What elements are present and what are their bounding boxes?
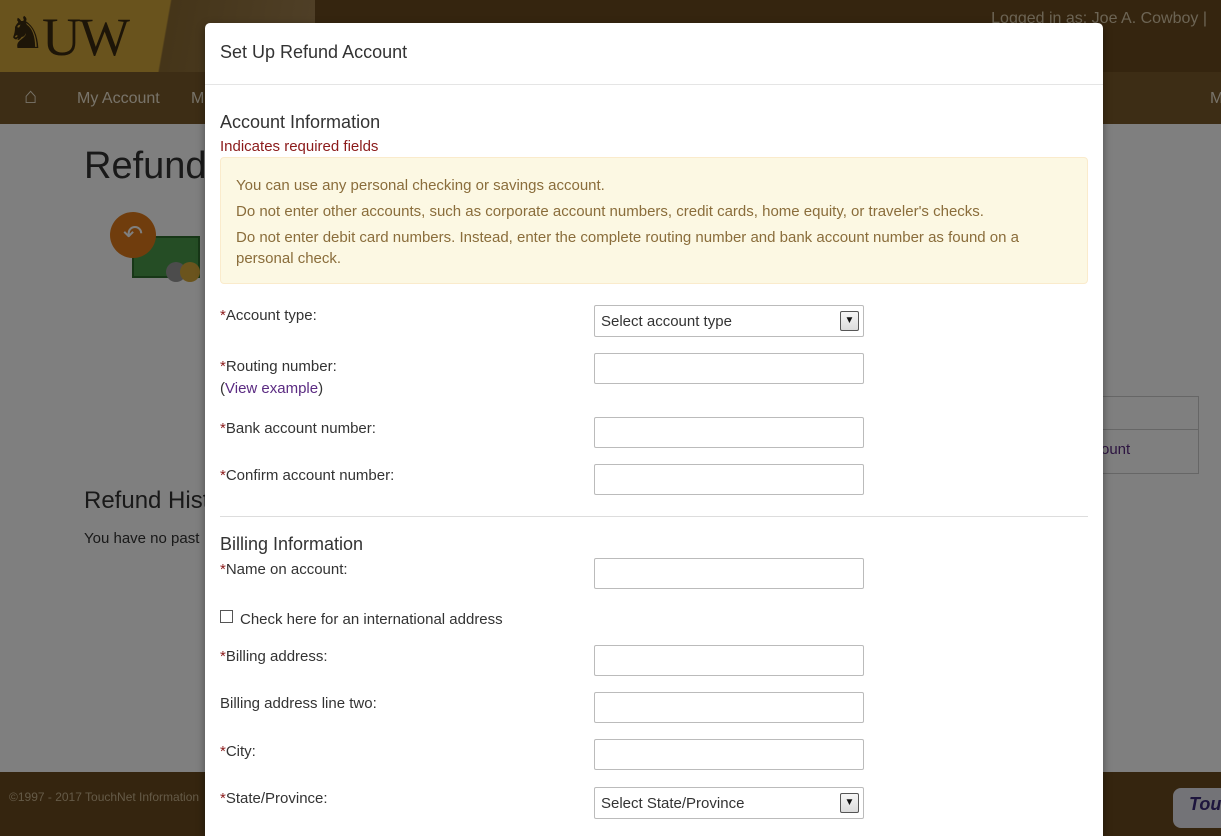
bank-account-input[interactable] bbox=[594, 417, 864, 448]
name-on-account-label: *Name on account: bbox=[220, 561, 348, 578]
required-fields-note: Indicates required fields bbox=[220, 138, 379, 155]
confirm-account-input[interactable] bbox=[594, 464, 864, 495]
city-input[interactable] bbox=[594, 739, 864, 770]
international-address-label[interactable]: Check here for an international address bbox=[240, 611, 503, 628]
alert-line: Do not enter debit card numbers. Instead… bbox=[236, 229, 1019, 267]
account-type-select[interactable]: Select account type ▼ bbox=[594, 305, 864, 337]
state-select[interactable]: Select State/Province ▼ bbox=[594, 787, 864, 819]
billing-address-label: *Billing address: bbox=[220, 648, 328, 665]
billing-info-title: Billing Information bbox=[220, 534, 364, 554]
view-example-link[interactable]: View example bbox=[225, 380, 318, 397]
alert-line: You can use any personal checking or sav… bbox=[236, 177, 605, 194]
billing-address2-label: Billing address line two: bbox=[220, 695, 377, 712]
international-address-checkbox[interactable] bbox=[220, 610, 233, 623]
modal-header: Set Up Refund Account bbox=[205, 23, 1103, 85]
state-label: *State/Province: bbox=[220, 790, 328, 807]
account-info-title: Account Information bbox=[220, 112, 381, 132]
routing-number-input[interactable] bbox=[594, 353, 864, 384]
section-divider bbox=[220, 516, 1088, 517]
chevron-down-icon: ▼ bbox=[840, 793, 859, 813]
city-label: *City: bbox=[220, 743, 256, 760]
routing-number-label: *Routing number: (View example) bbox=[220, 358, 337, 397]
chevron-down-icon: ▼ bbox=[840, 311, 859, 331]
account-type-label: *Account type: bbox=[220, 307, 317, 324]
billing-address2-input[interactable] bbox=[594, 692, 864, 723]
account-type-value: Select account type bbox=[601, 313, 732, 330]
billing-address-input[interactable] bbox=[594, 645, 864, 676]
account-info-alert: You can use any personal checking or sav… bbox=[220, 157, 1088, 284]
alert-line: Do not enter other accounts, such as cor… bbox=[236, 203, 984, 220]
modal-title: Set Up Refund Account bbox=[220, 42, 408, 62]
state-value: Select State/Province bbox=[601, 795, 745, 812]
refund-account-modal: Set Up Refund Account Account Informatio… bbox=[205, 23, 1103, 836]
confirm-account-label: *Confirm account number: bbox=[220, 467, 395, 484]
bank-account-label: *Bank account number: bbox=[220, 420, 376, 437]
name-on-account-input[interactable] bbox=[594, 558, 864, 589]
